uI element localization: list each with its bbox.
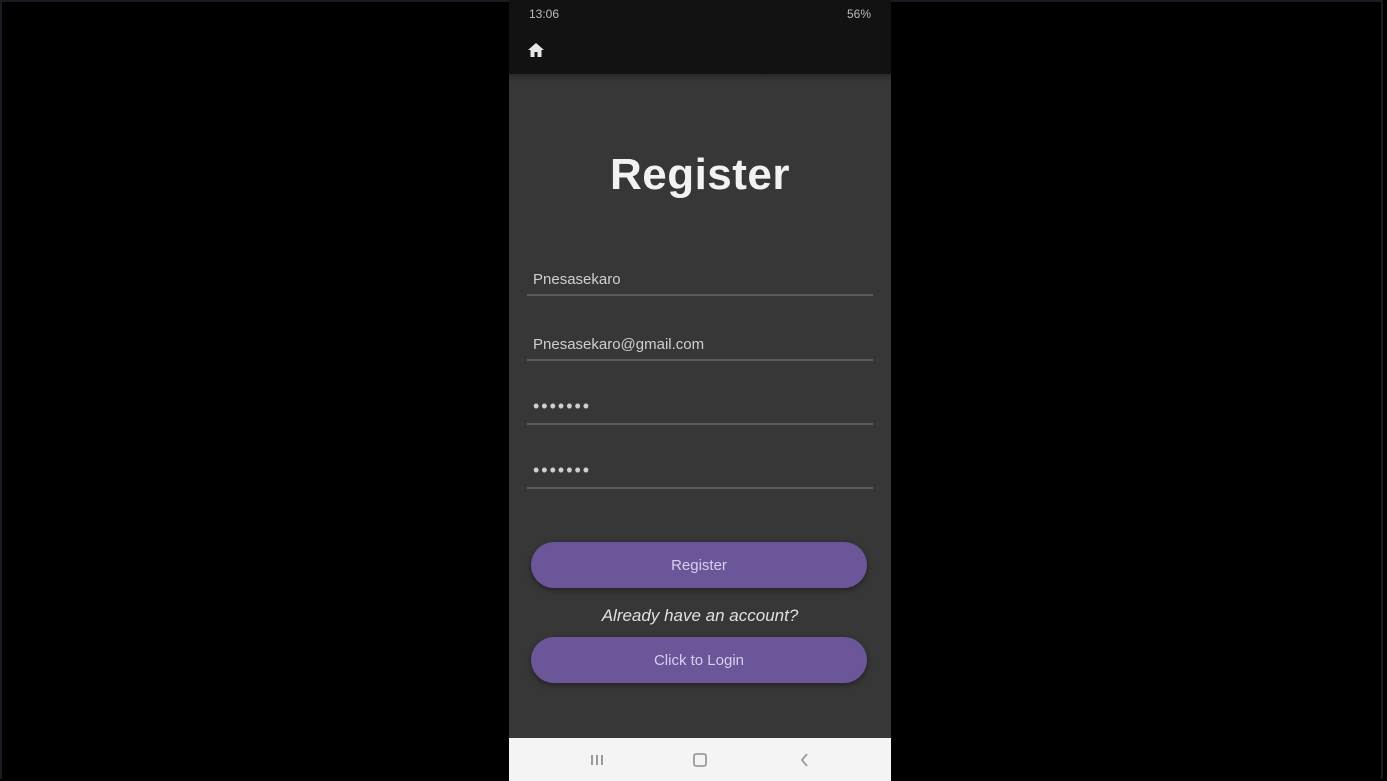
system-nav-bar <box>509 738 891 781</box>
password-input[interactable] <box>533 396 863 417</box>
login-button[interactable]: Click to Login <box>531 637 867 683</box>
username-field[interactable] <box>527 250 873 296</box>
status-indicators: 56% <box>846 7 871 21</box>
status-time: 13:06 <box>529 7 560 21</box>
email-input[interactable] <box>533 336 863 353</box>
home-square-icon[interactable] <box>692 752 708 768</box>
phone-screen: 13:06 56% Register Register Already have… <box>509 0 891 781</box>
email-field[interactable] <box>527 315 873 361</box>
confirm-password-field[interactable] <box>527 443 873 489</box>
recents-icon[interactable] <box>589 752 605 768</box>
username-input[interactable] <box>533 271 863 288</box>
register-button[interactable]: Register <box>531 542 867 588</box>
app-bar <box>509 28 891 74</box>
app-bar-shadow <box>509 74 891 82</box>
already-have-account-text: Already have an account? <box>601 606 799 625</box>
back-icon[interactable] <box>797 752 813 768</box>
confirm-password-input[interactable] <box>533 460 863 481</box>
password-field[interactable] <box>527 379 873 425</box>
home-icon[interactable] <box>527 41 545 59</box>
page-title: Register <box>609 150 791 199</box>
status-bar: 13:06 56% <box>509 0 891 28</box>
